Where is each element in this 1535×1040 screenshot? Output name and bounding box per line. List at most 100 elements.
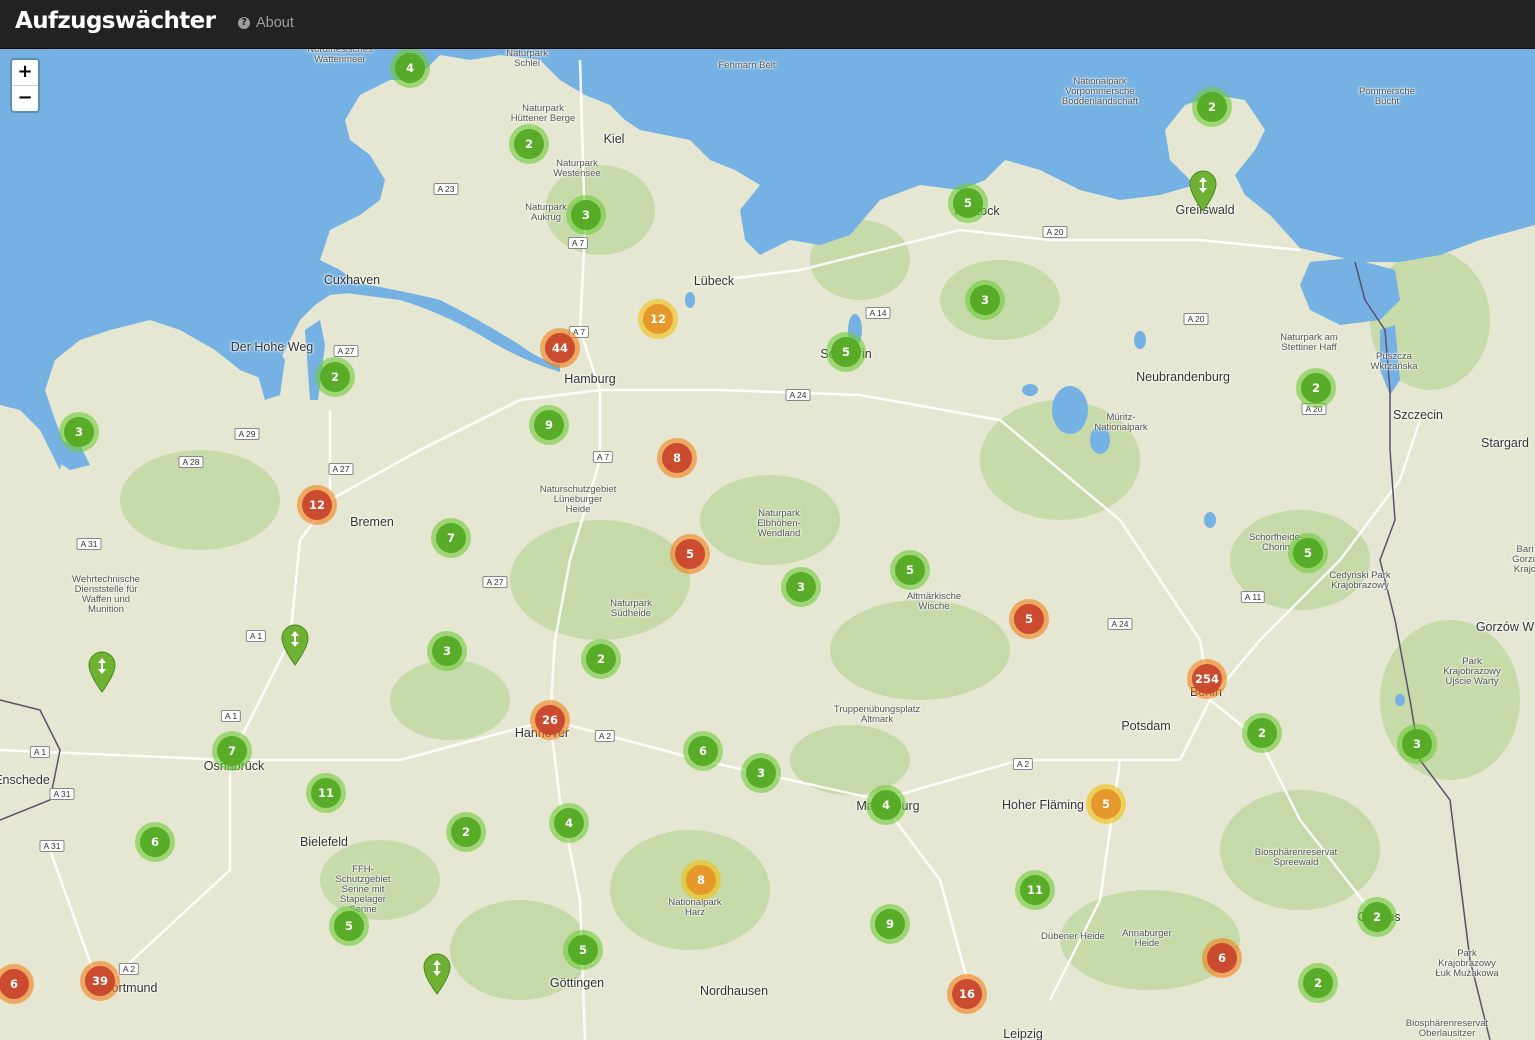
marker-cluster[interactable]: 2 [1357, 897, 1397, 937]
cluster-count: 2 [1303, 968, 1333, 998]
marker-cluster[interactable]: 5 [1009, 599, 1049, 639]
marker-cluster[interactable]: 5 [826, 332, 866, 372]
place-label: Stargard [1481, 436, 1529, 450]
place-label: Szczecin [1392, 408, 1444, 422]
area-label: Truppenübungsplatz Altmark [833, 704, 921, 725]
marker-cluster[interactable]: 9 [529, 405, 569, 445]
cluster-count: 26 [535, 705, 565, 735]
about-link[interactable]: ? About [238, 15, 294, 31]
cluster-count: 16 [952, 979, 982, 1009]
marker-cluster[interactable]: 4 [390, 49, 430, 88]
place-label: Potsdam [1121, 719, 1171, 733]
marker-cluster[interactable]: 26 [530, 700, 570, 740]
brand-logo[interactable]: Aufzugswächter [15, 8, 216, 34]
marker-cluster[interactable]: 7 [431, 518, 471, 558]
marker-cluster[interactable]: 4 [549, 803, 589, 843]
cluster-count: 6 [140, 827, 170, 857]
road-label: A 2 [1012, 758, 1034, 770]
cluster-count: 3 [746, 758, 776, 788]
marker-cluster[interactable]: 5 [329, 906, 369, 946]
elevator-marker-icon[interactable] [87, 651, 117, 693]
area-label: Dübener Heide [1041, 931, 1105, 942]
marker-cluster[interactable]: 7 [212, 731, 252, 771]
marker-cluster[interactable]: 12 [297, 485, 337, 525]
marker-cluster[interactable]: 11 [1015, 870, 1055, 910]
place-label: Der Hohe Weg [230, 340, 314, 354]
question-circle-icon: ? [238, 17, 250, 29]
area-label: Wehrtechnische Dienststelle für Waffen u… [72, 574, 140, 615]
area-label: Naturpark Hüttener Berge [510, 103, 576, 124]
elevator-marker-icon[interactable] [280, 624, 310, 666]
marker-cluster[interactable]: 2 [1296, 368, 1336, 408]
cluster-count: 12 [302, 490, 332, 520]
marker-cluster[interactable]: 5 [1086, 784, 1126, 824]
marker-cluster[interactable]: 2 [1242, 713, 1282, 753]
marker-cluster[interactable]: 2 [581, 639, 621, 679]
elevator-marker-icon[interactable] [1188, 170, 1218, 212]
road-label: A 1 [29, 746, 51, 758]
marker-cluster[interactable]: 12 [638, 299, 678, 339]
marker-cluster[interactable]: 3 [1397, 724, 1437, 764]
marker-cluster[interactable]: 2 [1192, 87, 1232, 127]
cluster-count: 3 [1402, 729, 1432, 759]
marker-cluster[interactable]: 6 [1202, 938, 1242, 978]
marker-cluster[interactable]: 39 [80, 961, 120, 1001]
road-label: A 2 [118, 963, 140, 975]
cluster-count: 8 [662, 443, 692, 473]
cluster-count: 7 [217, 736, 247, 766]
area-label: Naturpark Aukrug [525, 202, 567, 223]
marker-cluster[interactable]: 3 [741, 753, 781, 793]
place-label: Nordhausen [699, 984, 769, 998]
road-label: A 20 [1183, 313, 1209, 325]
marker-cluster[interactable]: 6 [683, 731, 723, 771]
marker-cluster[interactable]: 3 [427, 631, 467, 671]
marker-cluster[interactable]: 3 [781, 567, 821, 607]
area-label: Cedyński Park Krajobrazowy [1329, 570, 1391, 591]
place-label: Hamburg [564, 372, 616, 386]
marker-cluster[interactable]: 11 [306, 773, 346, 813]
area-label: Nationalpark Vorpommersche Boddenlandsch… [1061, 76, 1139, 107]
marker-cluster[interactable]: 5 [670, 534, 710, 574]
road-label: A 27 [333, 345, 359, 357]
place-label: Bielefeld [300, 835, 348, 849]
marker-cluster[interactable]: 2 [446, 812, 486, 852]
area-label: Fehmarn Belt [718, 60, 776, 71]
marker-cluster[interactable]: 2 [315, 357, 355, 397]
marker-cluster[interactable]: 254 [1187, 659, 1227, 699]
road-label: A 1 [245, 630, 267, 642]
marker-cluster[interactable]: 2 [509, 124, 549, 164]
road-label: A 31 [39, 840, 65, 852]
cluster-count: 2 [586, 644, 616, 674]
zoom-out-button[interactable]: − [12, 85, 38, 111]
marker-cluster[interactable]: 44 [540, 328, 580, 368]
marker-cluster[interactable]: 5 [948, 183, 988, 223]
cluster-count: 6 [688, 736, 718, 766]
cluster-count: 2 [514, 129, 544, 159]
map-container[interactable]: KielLübeckRostockGreifswaldCuxhavenHambu… [0, 49, 1535, 1040]
road-label: A 27 [482, 576, 508, 588]
area-label: Nationalpark Harz [668, 897, 722, 918]
marker-cluster[interactable]: 4 [866, 785, 906, 825]
road-label: A 1 [220, 710, 242, 722]
marker-cluster[interactable]: 5 [563, 930, 603, 970]
place-label: Neubrandenburg [1136, 370, 1230, 384]
marker-cluster[interactable]: 3 [566, 195, 606, 235]
marker-cluster[interactable]: 5 [890, 550, 930, 590]
cluster-count: 254 [1192, 664, 1222, 694]
road-label: A 20 [1042, 226, 1068, 238]
marker-cluster[interactable]: 16 [947, 974, 987, 1014]
marker-cluster[interactable]: 6 [135, 822, 175, 862]
marker-cluster[interactable]: 2 [1298, 963, 1338, 1003]
elevator-marker-icon[interactable] [422, 953, 452, 995]
marker-cluster[interactable]: 3 [59, 412, 99, 452]
marker-cluster[interactable]: 3 [965, 280, 1005, 320]
marker-cluster[interactable]: 5 [1288, 533, 1328, 573]
zoom-in-button[interactable]: + [12, 60, 38, 85]
marker-cluster[interactable]: 8 [657, 438, 697, 478]
road-label: A 7 [567, 237, 589, 249]
cluster-count: 6 [0, 969, 29, 999]
area-label: Naturpark Südheide [610, 598, 652, 619]
marker-cluster[interactable]: 9 [870, 904, 910, 944]
road-label: A 24 [1107, 618, 1133, 630]
marker-cluster[interactable]: 8 [681, 860, 721, 900]
